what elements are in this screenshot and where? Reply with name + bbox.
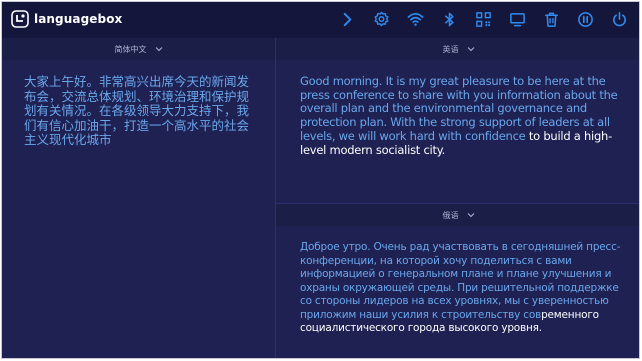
brand-logo: languagebox: [11, 8, 122, 30]
power-icon[interactable]: [610, 10, 629, 29]
chevron-down-icon: [155, 47, 162, 52]
toolbar: [323, 9, 629, 29]
russian-translation-pane: 俄语 Доброе утро. Очень рад участвовать в …: [276, 204, 639, 358]
source-pane: 简体中文 大家上午好。非常高兴出席今天的新闻发布会，交流总体规划、环境治理和保护…: [2, 38, 275, 358]
russian-translation-text: Доброе утро. Очень рад участвовать в сег…: [300, 241, 627, 336]
chevron-down-icon: [467, 213, 474, 218]
russian-language-label: 俄语: [442, 210, 459, 220]
source-text: 大家上午好。非常高兴出席今天的新闻发布会，交流总体规划、环境治理和保护规划有关情…: [24, 74, 250, 147]
chevron-down-icon: [467, 47, 474, 52]
bluetooth-icon[interactable]: [440, 10, 459, 29]
trash-icon[interactable]: [542, 10, 561, 29]
qr-code-icon[interactable]: [474, 10, 493, 29]
english-translation-pane: 英语 Good morning. It is my great pleasure…: [276, 38, 639, 203]
english-translation-text: Good morning. It is my great pleasure to…: [300, 74, 627, 157]
source-language-label: 简体中文: [114, 44, 147, 54]
chevron-right-icon[interactable]: [338, 10, 357, 29]
monitor-icon[interactable]: [508, 10, 527, 29]
english-language-selector[interactable]: 英语: [276, 38, 639, 60]
russian-language-selector[interactable]: 俄语: [276, 204, 639, 226]
top-bar: languagebox: [2, 2, 639, 38]
brand-name: languagebox: [34, 12, 123, 26]
app-window: languagebox 简体中文 大家上午好。非常高兴出席今天的新闻发布会，交流…: [1, 1, 640, 359]
english-language-label: 英语: [442, 44, 459, 54]
pause-icon[interactable]: [576, 10, 595, 29]
source-language-selector[interactable]: 简体中文: [2, 38, 275, 60]
settings-icon[interactable]: [372, 10, 391, 29]
languagebox-logo-icon: [11, 10, 29, 28]
wifi-icon[interactable]: [406, 10, 425, 29]
